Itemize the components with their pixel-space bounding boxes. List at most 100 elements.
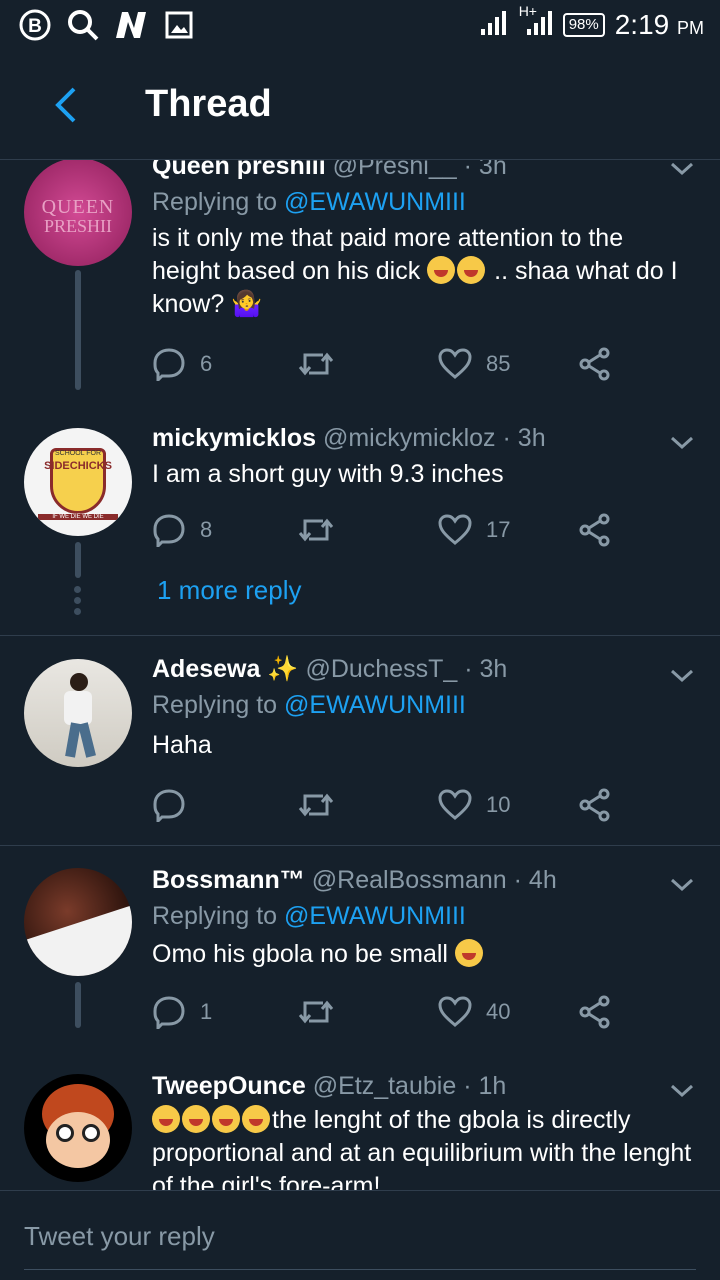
thread-line xyxy=(75,542,81,578)
network-type: H+ xyxy=(518,2,537,19)
tweet[interactable]: TweepOunce @Etz_taubie · 1h the lenght o… xyxy=(0,1068,720,1190)
handle[interactable]: @mickymickloz xyxy=(323,424,496,452)
image-icon xyxy=(162,8,196,42)
retweet-icon xyxy=(298,518,334,542)
tweet-text: is it only me that paid more attention t… xyxy=(152,224,678,318)
page-title: Thread xyxy=(145,83,272,125)
display-name[interactable]: Adesewa xyxy=(152,655,260,683)
chevron-down-icon[interactable] xyxy=(668,870,696,898)
like-count: 10 xyxy=(486,792,511,817)
share-button[interactable] xyxy=(578,785,612,825)
replying-to: Replying to @EWAWUNMIII xyxy=(152,902,466,930)
avatar-logo-text: PRESHII xyxy=(43,216,112,236)
chevron-down-icon[interactable] xyxy=(668,1076,696,1104)
retweet-button[interactable] xyxy=(297,344,335,384)
like-button[interactable]: 17 xyxy=(438,510,510,550)
reply-button[interactable]: 8 xyxy=(152,510,212,550)
display-name[interactable]: Bossmann™ xyxy=(152,866,305,894)
handle[interactable]: @Etz_taubie xyxy=(313,1072,457,1100)
network-signal-icon: H+ xyxy=(519,3,553,42)
mention-link[interactable]: @EWAWUNMIII xyxy=(284,691,466,719)
handle[interactable]: @DuchessT_ xyxy=(305,655,457,683)
thread-line xyxy=(75,982,81,1028)
tweet[interactable]: Bossmann™ @RealBossmann · 4h Replying to… xyxy=(0,862,720,1052)
reply-button[interactable]: 1 xyxy=(152,992,212,1032)
share-button[interactable] xyxy=(578,510,612,550)
clock: 2:19 PM xyxy=(614,9,704,40)
tweet-meta: TweepOunce @Etz_taubie · 1h xyxy=(152,1072,506,1101)
b-app-icon: B xyxy=(18,8,52,42)
tweet-text: the lenght of the gbola is directly prop… xyxy=(152,1105,692,1190)
laughing-emoji-icon xyxy=(152,1105,180,1133)
like-count: 85 xyxy=(486,351,511,376)
display-name[interactable]: Queen preshiii xyxy=(152,160,326,180)
reply-icon xyxy=(153,514,185,547)
divider xyxy=(0,635,720,636)
avatar[interactable]: QUEEN PRESHII xyxy=(24,160,132,266)
share-button[interactable] xyxy=(578,344,612,384)
thread-more-dots xyxy=(74,586,82,619)
timestamp: · 1h xyxy=(463,1072,507,1100)
reply-icon xyxy=(153,996,185,1029)
share-button[interactable] xyxy=(578,992,612,1032)
replying-to: Replying to @EWAWUNMIII xyxy=(152,188,466,216)
handle[interactable]: @RealBossmann xyxy=(312,866,507,894)
avatar[interactable] xyxy=(24,659,132,767)
hugging-face-emoji-icon xyxy=(454,939,483,967)
display-name[interactable]: mickymicklos xyxy=(152,424,316,452)
reply-button[interactable] xyxy=(152,785,200,825)
tweet[interactable]: QUEEN PRESHII Queen preshiii @Preshi__ ·… xyxy=(0,160,720,390)
mention-link[interactable]: @EWAWUNMIII xyxy=(284,902,466,930)
retweet-icon xyxy=(298,352,334,376)
avatar[interactable]: SCHOOL FOR SIDECHICKS IF WE DIE WE DIE xyxy=(24,428,132,536)
verified-sparkle-icon: ✨ xyxy=(267,655,299,683)
like-button[interactable]: 85 xyxy=(438,344,510,384)
svg-text:B: B xyxy=(28,16,42,37)
handle[interactable]: @Preshi__ xyxy=(333,160,457,180)
tweet-meta: Queen preshiii @Preshi__ · 3h xyxy=(152,160,507,181)
thread-line xyxy=(75,270,81,390)
reply-count: 8 xyxy=(200,517,213,542)
laughing-emoji-icon xyxy=(182,1105,210,1133)
tweet-reply-input[interactable]: Tweet your reply xyxy=(24,1221,215,1252)
laughing-emoji-icon xyxy=(242,1105,270,1133)
like-count: 40 xyxy=(486,999,511,1024)
top-app-bar: Thread xyxy=(0,50,720,160)
timestamp: · 3h xyxy=(464,655,508,683)
avatar[interactable] xyxy=(24,868,132,976)
avatar[interactable] xyxy=(24,1074,132,1182)
chevron-down-icon[interactable] xyxy=(668,428,696,456)
divider xyxy=(0,845,720,846)
like-button[interactable]: 10 xyxy=(438,785,510,825)
tweet-meta: mickymicklos @mickymickloz · 3h xyxy=(152,424,546,453)
reply-button[interactable]: 6 xyxy=(152,344,212,384)
tweet[interactable]: SCHOOL FOR SIDECHICKS IF WE DIE WE DIE m… xyxy=(0,420,720,620)
tweet[interactable]: Adesewa ✨ @DuchessT_ · 3h Replying to @E… xyxy=(0,655,720,845)
tweet-actions: 6 85 xyxy=(152,344,622,384)
thread-feed[interactable]: QUEEN PRESHII Queen preshiii @Preshi__ ·… xyxy=(0,160,720,1190)
more-replies-link[interactable]: 1 more reply xyxy=(157,575,302,606)
retweet-icon xyxy=(298,793,334,817)
battery-indicator: 98% xyxy=(562,13,605,37)
like-count: 17 xyxy=(486,517,511,542)
back-arrow-icon[interactable] xyxy=(40,80,90,130)
heart-icon xyxy=(438,996,472,1027)
retweet-button[interactable] xyxy=(297,992,335,1032)
mention-link[interactable]: @EWAWUNMIII xyxy=(284,188,466,216)
avatar-logo-text: SIDECHICKS xyxy=(44,460,112,472)
display-name[interactable]: TweepOunce xyxy=(152,1072,306,1100)
heart-icon xyxy=(438,514,472,545)
tweet-meta: Bossmann™ @RealBossmann · 4h xyxy=(152,866,557,895)
tweet-text: Haha xyxy=(152,731,212,759)
like-button[interactable]: 40 xyxy=(438,992,510,1032)
replying-to: Replying to @EWAWUNMIII xyxy=(152,691,466,719)
heart-icon xyxy=(438,348,472,379)
retweet-button[interactable] xyxy=(297,785,335,825)
tweet-actions: 8 17 xyxy=(152,510,622,550)
chevron-down-icon[interactable] xyxy=(668,160,696,182)
retweet-button[interactable] xyxy=(297,510,335,550)
reply-icon xyxy=(153,789,185,822)
avatar-logo-text: IF WE DIE WE DIE xyxy=(38,514,118,520)
reply-count: 6 xyxy=(200,351,213,376)
chevron-down-icon[interactable] xyxy=(668,661,696,689)
